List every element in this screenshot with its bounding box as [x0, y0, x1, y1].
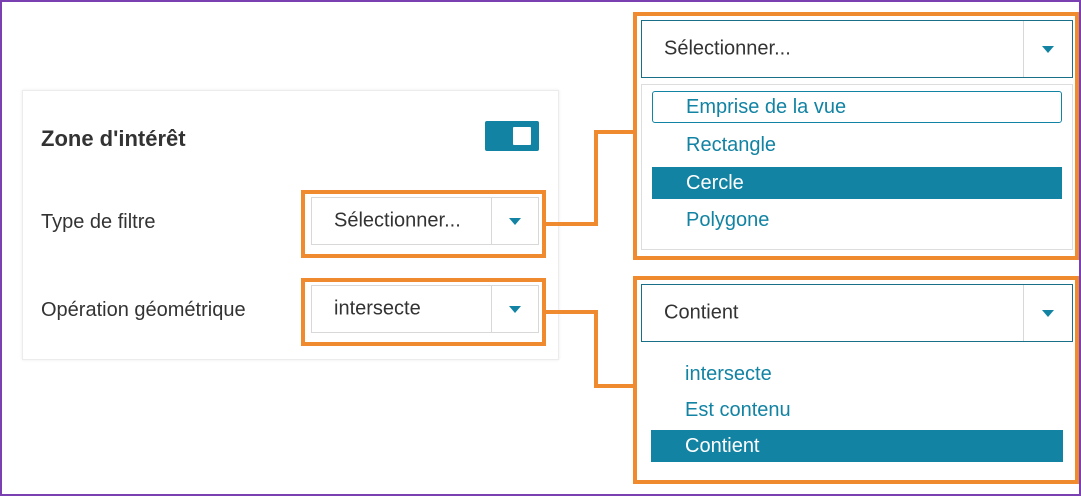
option-intersecte[interactable]: intersecte	[651, 358, 1063, 390]
geo-op-menu: intersecte Est contenu Contient	[641, 348, 1073, 476]
geo-op-expanded-toggle[interactable]	[1023, 285, 1072, 341]
connector-line	[544, 310, 596, 314]
option-polygone[interactable]: Polygone	[652, 204, 1062, 236]
geo-op-expanded-select[interactable]: Contient	[641, 284, 1073, 342]
option-cercle[interactable]: Cercle	[652, 167, 1062, 199]
connector-line	[594, 130, 598, 226]
option-est-contenu[interactable]: Est contenu	[651, 394, 1063, 426]
connector-line	[594, 310, 598, 388]
filter-type-expanded-value: Sélectionner...	[664, 37, 791, 60]
chevron-down-icon	[1042, 45, 1054, 53]
filter-type-menu: Emprise de la vue Rectangle Cercle Polyg…	[641, 84, 1073, 250]
connector-line	[594, 384, 636, 388]
filter-type-expanded-toggle[interactable]	[1023, 21, 1072, 77]
option-emprise-de-la-vue[interactable]: Emprise de la vue	[652, 91, 1062, 123]
geo-op-highlight	[301, 278, 546, 346]
connector-line	[544, 222, 596, 226]
toggle-knob	[513, 127, 531, 145]
geo-op-label: Opération géométrique	[41, 299, 246, 321]
area-toggle[interactable]	[485, 121, 539, 151]
chevron-down-icon	[1042, 309, 1054, 317]
option-rectangle[interactable]: Rectangle	[652, 129, 1062, 161]
filter-type-highlight	[301, 190, 546, 258]
filter-type-label: Type de filtre	[41, 211, 156, 233]
connector-line	[594, 130, 636, 134]
geo-op-expanded-value: Contient	[664, 301, 739, 324]
option-contient[interactable]: Contient	[651, 430, 1063, 462]
filter-type-expanded-select[interactable]: Sélectionner...	[641, 20, 1073, 78]
panel-title: Zone d'intérêt	[41, 126, 186, 151]
